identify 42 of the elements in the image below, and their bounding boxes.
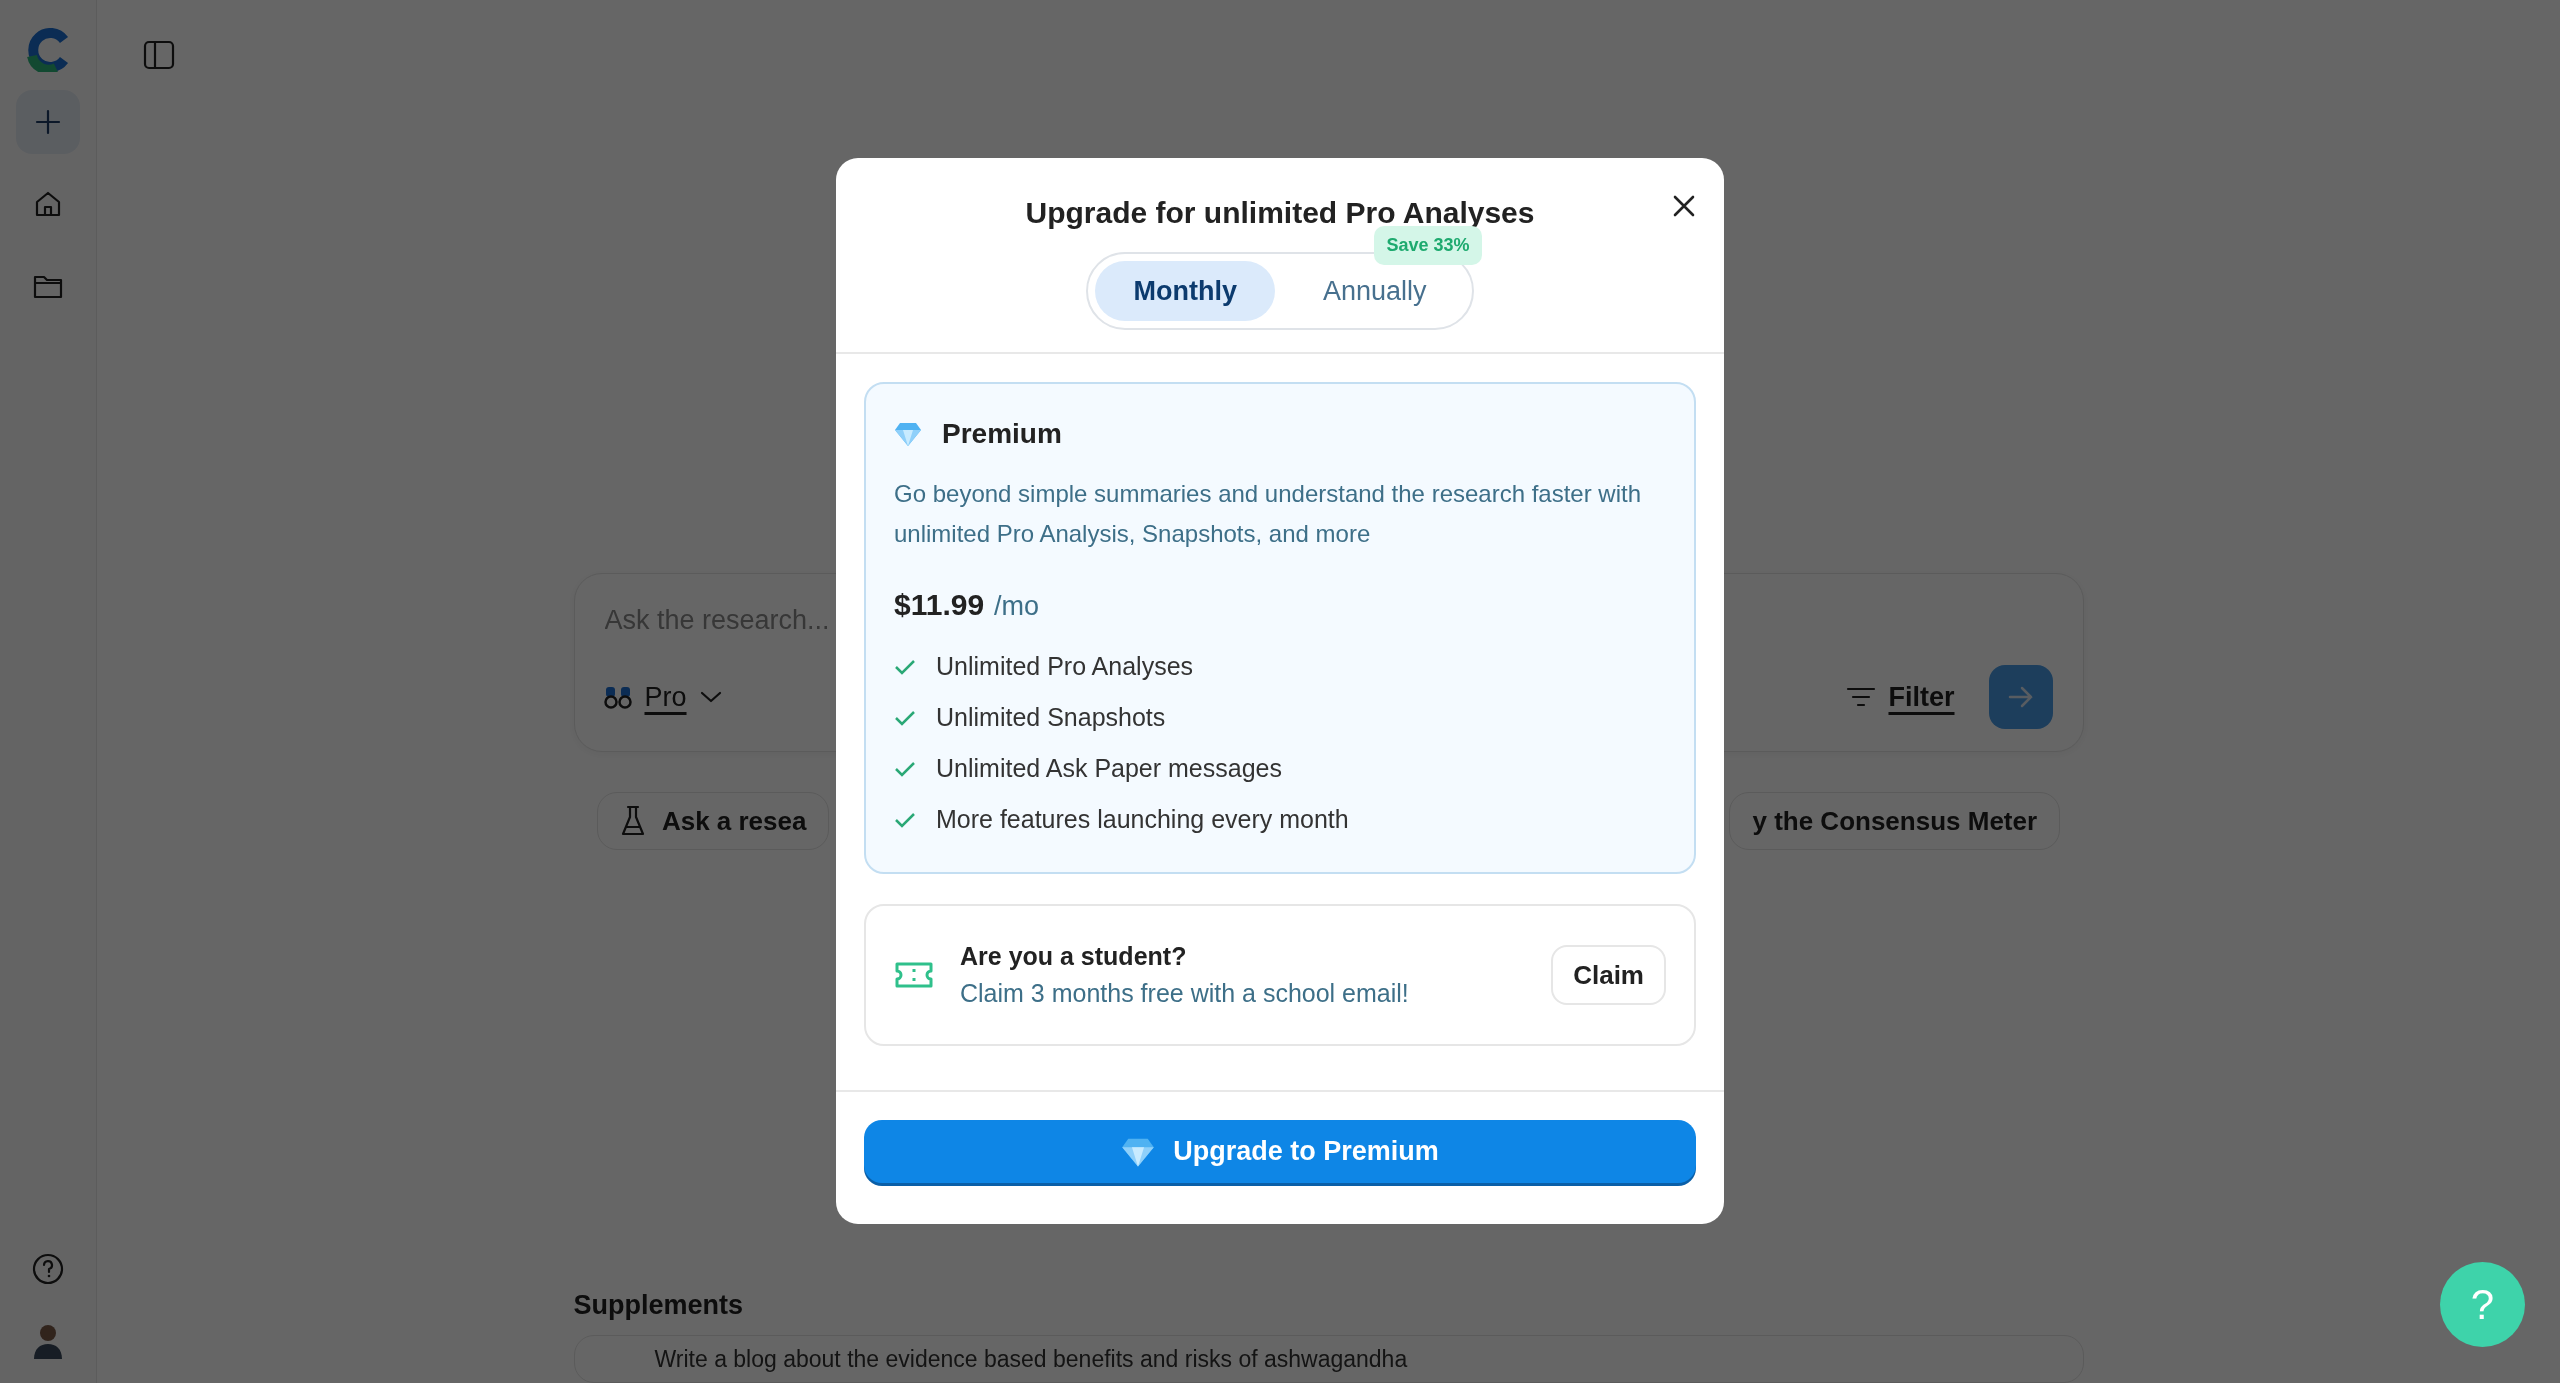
check-icon bbox=[894, 657, 916, 676]
plus-icon bbox=[34, 108, 62, 136]
feature-text: Unlimited Pro Analyses bbox=[936, 652, 1194, 681]
section-title: Supplements bbox=[573, 1290, 745, 1321]
help-icon bbox=[31, 1252, 65, 1286]
filter-button[interactable]: Filter bbox=[1846, 681, 1955, 713]
prompt-row[interactable]: Write a blog about the evidence based benefits and risks of ashwagandha bbox=[573, 1335, 2084, 1383]
new-button[interactable] bbox=[16, 90, 80, 154]
submit-button[interactable] bbox=[1988, 665, 2053, 729]
logo-icon bbox=[26, 28, 70, 72]
feature-text: More features launching every month bbox=[936, 805, 1349, 834]
arrow-right-icon bbox=[2006, 685, 2035, 709]
mode-dropdown[interactable]: Pro bbox=[602, 681, 723, 713]
suggestion-chip[interactable]: Ask a resea bbox=[596, 792, 830, 850]
price-period: /mo bbox=[994, 591, 1040, 622]
diamond-icon bbox=[894, 420, 922, 448]
check-icon bbox=[894, 759, 916, 778]
feature-text: Unlimited Snapshots bbox=[936, 703, 1166, 732]
plan-description: Go beyond simple summaries and understand the research faster with unlimited Pro Analysis, Snapshots, and more bbox=[894, 479, 1643, 549]
student-offer-text: Claim 3 months free with a school email! bbox=[960, 979, 1410, 1008]
discount-badge: Save 33% bbox=[1374, 226, 1482, 265]
sidebar-toggle-button[interactable] bbox=[142, 38, 176, 72]
help-chat-button[interactable]: ? bbox=[2440, 1262, 2525, 1347]
suggestion-chip[interactable]: y the Consensus Meter bbox=[1729, 792, 2061, 850]
ticket-icon bbox=[894, 961, 934, 989]
upgrade-button[interactable]: Upgrade to Premium bbox=[864, 1120, 1696, 1183]
filter-icon bbox=[1846, 685, 1877, 709]
student-title: Are you a student? bbox=[960, 942, 1188, 971]
plan-name: Premium bbox=[942, 418, 1062, 450]
claim-button[interactable]: Claim bbox=[1551, 945, 1666, 1005]
check-icon bbox=[894, 708, 916, 727]
home-icon bbox=[33, 189, 63, 219]
chevron-down-icon bbox=[698, 690, 723, 704]
close-button[interactable] bbox=[1672, 194, 1696, 218]
price: $11.99 bbox=[894, 588, 985, 622]
flask-icon bbox=[619, 805, 646, 837]
check-icon bbox=[894, 810, 916, 829]
feature-text: Unlimited Ask Paper messages bbox=[936, 754, 1282, 783]
close-icon bbox=[1672, 194, 1696, 218]
panel-icon bbox=[142, 38, 176, 72]
billing-tab[interactable]: Monthly bbox=[1095, 261, 1275, 321]
binoculars-icon bbox=[602, 684, 633, 710]
